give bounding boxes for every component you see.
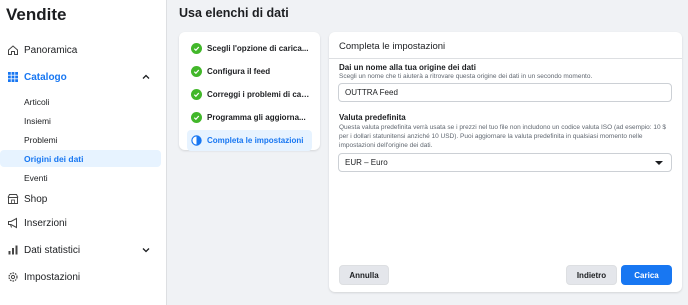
sidebar-item-shop[interactable]: Shop (0, 188, 167, 210)
sidebar-item-label: Panoramica (24, 44, 78, 56)
name-label: Dai un nome alla tua origine dei dati (339, 63, 476, 72)
sidebar-item-dati-statistici[interactable]: Dati statistici (0, 239, 167, 261)
step-item[interactable]: Configura il feed (187, 61, 312, 82)
gear-icon (7, 271, 19, 283)
step-item[interactable]: Programma gli aggiorna... (187, 107, 312, 128)
sidebar-subitem-problemi[interactable]: Problemi (0, 131, 161, 148)
sidebar-item-impostazioni[interactable]: Impostazioni (0, 266, 167, 288)
sidebar-subitem-insiemi[interactable]: Insiemi (0, 112, 161, 129)
sidebar-item-inserzioni[interactable]: Inserzioni (0, 212, 167, 234)
currency-label: Valuta predefinita (339, 113, 406, 122)
cancel-button[interactable]: Annulla (339, 265, 389, 285)
name-input[interactable]: OUTTRA Feed (338, 83, 672, 102)
sidebar: Vendite Panoramica Catalogo Articoli Ins… (0, 0, 167, 305)
step-item-current[interactable]: Completa le impostazioni (187, 130, 312, 151)
check-icon (191, 112, 202, 123)
sidebar-item-label: Dati statistici (24, 244, 81, 256)
settings-title: Completa le impostazioni (339, 41, 446, 52)
check-icon (191, 43, 202, 54)
megaphone-icon (7, 217, 19, 229)
back-button[interactable]: Indietro (566, 265, 617, 285)
sidebar-item-label: Inserzioni (24, 217, 67, 229)
chevron-down-icon[interactable] (141, 245, 151, 255)
name-help-text: Scegli un nome che ti aiuterà a ritrovar… (339, 73, 593, 80)
sidebar-item-label: Catalogo (24, 71, 67, 83)
sidebar-item-catalogo[interactable]: Catalogo (0, 66, 167, 88)
currency-select[interactable]: EUR – Euro (338, 153, 672, 172)
sidebar-item-label: Shop (24, 193, 48, 205)
check-icon (191, 89, 202, 100)
step-item[interactable]: Correggi i problemi di cari... (187, 84, 312, 105)
page-title: Usa elenchi di dati (179, 6, 289, 20)
chevron-up-icon[interactable] (141, 72, 151, 82)
app-title: Vendite (6, 5, 67, 24)
bar-chart-icon (7, 244, 19, 256)
dropdown-caret-icon (655, 161, 663, 165)
settings-panel: Completa le impostazioni Dai un nome all… (329, 32, 682, 292)
check-icon (191, 66, 202, 77)
shop-icon (7, 193, 19, 205)
currency-help-text: Questa valuta predefinita verrà usata se… (339, 124, 666, 149)
step-item[interactable]: Scegli l'opzione di carica... (187, 38, 312, 59)
upload-button[interactable]: Carica (621, 265, 672, 285)
steps-panel: Scegli l'opzione di carica... Configura … (179, 32, 320, 151)
sidebar-item-label: Impostazioni (24, 271, 81, 283)
home-icon (7, 44, 19, 56)
sidebar-subitem-articoli[interactable]: Articoli (0, 93, 161, 110)
sidebar-item-panoramica[interactable]: Panoramica (0, 39, 167, 61)
divider (329, 58, 682, 59)
half-circle-progress-icon (191, 135, 202, 146)
sidebar-subitem-origini-dei-dati[interactable]: Origini dei dati (0, 150, 161, 167)
grid-icon (7, 71, 19, 83)
sidebar-subitem-eventi[interactable]: Eventi (0, 169, 161, 186)
